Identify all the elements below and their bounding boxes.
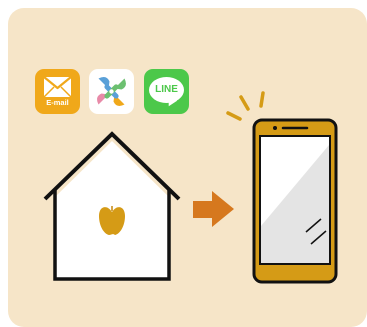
smartphone-icon (252, 118, 338, 284)
right-arrow-icon (193, 191, 234, 227)
notification-marks-icon (226, 91, 265, 121)
scene-illustration (43, 91, 338, 284)
